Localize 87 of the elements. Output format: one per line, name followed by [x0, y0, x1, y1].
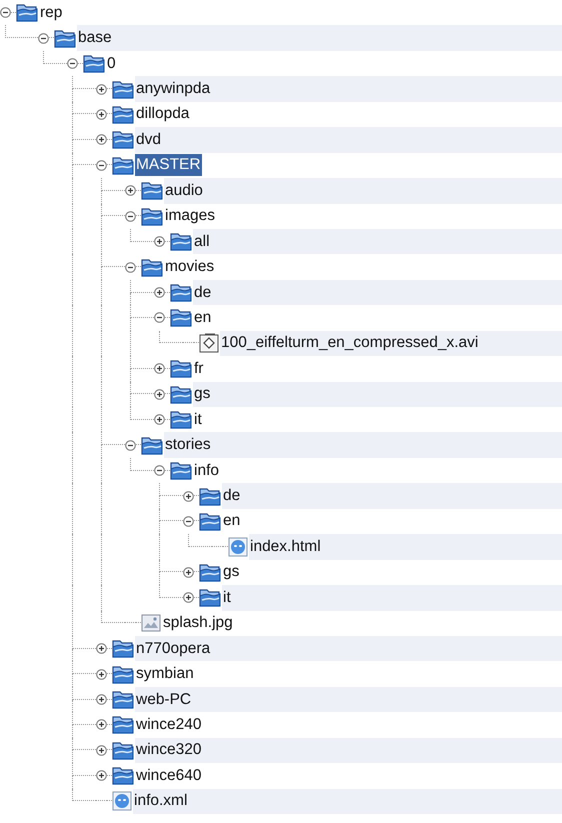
tree-item-label[interactable]: en [222, 510, 242, 532]
tree-item-label[interactable]: wince320 [135, 739, 202, 762]
folder-icon [170, 384, 192, 404]
folder-icon [199, 512, 221, 531]
expander-toggle[interactable] [183, 490, 194, 502]
folder-icon [112, 690, 134, 710]
image-file-icon [141, 614, 161, 632]
tree-item-label[interactable]: it [193, 408, 203, 431]
tree-item-label[interactable]: MASTER [135, 154, 202, 176]
tree-item-label[interactable]: gs [193, 383, 212, 406]
folder-icon [141, 436, 163, 455]
expander-toggle[interactable] [125, 440, 136, 451]
tree-item-label[interactable]: images [164, 205, 216, 228]
expander-toggle[interactable] [96, 108, 107, 120]
folder-icon [199, 486, 221, 506]
expander-toggle[interactable] [96, 694, 107, 706]
tree-item-label[interactable]: it [222, 586, 232, 609]
folder-icon [112, 766, 134, 786]
expander-toggle[interactable] [96, 134, 107, 146]
expander-toggle[interactable] [96, 719, 107, 730]
folder-icon [141, 258, 163, 277]
folder-icon [112, 156, 134, 175]
tree-item-label[interactable]: de [193, 282, 212, 304]
expander-toggle[interactable] [154, 388, 165, 400]
folder-icon [141, 181, 163, 200]
tree-item-label[interactable]: anywinpda [135, 78, 212, 100]
folder-icon [83, 54, 105, 74]
folder-icon [170, 461, 192, 480]
folder-icon [112, 664, 134, 684]
tree-item-label[interactable]: info.xml [133, 790, 188, 812]
tree-item-label[interactable]: all [193, 230, 211, 253]
tree-item-label[interactable]: audio [164, 180, 204, 202]
tree-item-label[interactable]: symbian [135, 663, 195, 686]
folder-icon [141, 206, 163, 226]
tree-item-label[interactable]: splash.jpg [162, 612, 234, 634]
folder-icon [170, 283, 192, 302]
tree-item-label[interactable]: wince240 [135, 714, 202, 736]
folder-icon [170, 410, 192, 430]
tree-item-label[interactable]: base [77, 27, 113, 50]
folder-icon [112, 80, 134, 99]
expander-toggle[interactable] [183, 592, 194, 604]
tree-item-label[interactable]: gs [222, 561, 240, 584]
expander-toggle[interactable] [154, 312, 165, 324]
folder-icon [16, 3, 38, 22]
folder-icon [170, 359, 192, 378]
tree-item-label[interactable]: dillopda [135, 103, 190, 126]
tree-item-label[interactable]: movies [164, 256, 216, 278]
tree-item-label[interactable]: web-PC [135, 688, 192, 711]
tree-item-label[interactable]: fr [193, 358, 204, 380]
expander-toggle[interactable] [154, 287, 165, 298]
folder-icon [112, 740, 134, 760]
expander-toggle[interactable] [96, 770, 107, 782]
tree-item-label[interactable]: wince640 [135, 764, 202, 787]
folder-icon [112, 130, 134, 150]
expander-toggle[interactable] [96, 84, 107, 95]
expander-toggle[interactable] [125, 210, 136, 222]
tree-item-label[interactable]: rep [39, 2, 64, 24]
folder-icon [54, 28, 76, 48]
expander-toggle[interactable] [125, 262, 136, 273]
tree-item-label[interactable]: 0 [106, 52, 117, 75]
folder-icon [170, 232, 192, 252]
folder-icon [112, 639, 134, 658]
tree-item-label[interactable]: stories [164, 434, 212, 456]
expander-toggle[interactable] [154, 363, 165, 374]
tree-item-label[interactable]: dvd [135, 128, 162, 151]
expander-toggle[interactable] [0, 7, 11, 18]
expander-toggle[interactable] [154, 465, 165, 476]
expander-toggle[interactable] [96, 744, 107, 756]
expander-toggle[interactable] [96, 643, 107, 654]
folder-icon [199, 562, 221, 582]
expander-toggle[interactable] [125, 185, 136, 196]
folder-icon [170, 308, 192, 328]
folder-icon [112, 715, 134, 734]
tree-item-label[interactable]: n770opera [135, 638, 212, 660]
expander-toggle[interactable] [96, 668, 107, 680]
expander-toggle[interactable] [183, 516, 194, 527]
expander-toggle[interactable] [38, 32, 49, 44]
expander-toggle[interactable] [67, 58, 78, 70]
tree-item-label[interactable]: de [222, 485, 242, 508]
expander-toggle[interactable] [183, 566, 194, 578]
tree-item-label[interactable]: info [193, 460, 220, 482]
expander-toggle[interactable] [154, 414, 165, 426]
folder-icon [112, 104, 134, 124]
expander-toggle[interactable] [154, 236, 165, 248]
tree-item-label[interactable]: en [193, 306, 212, 329]
folder-icon [199, 588, 221, 608]
expander-toggle[interactable] [96, 160, 107, 171]
